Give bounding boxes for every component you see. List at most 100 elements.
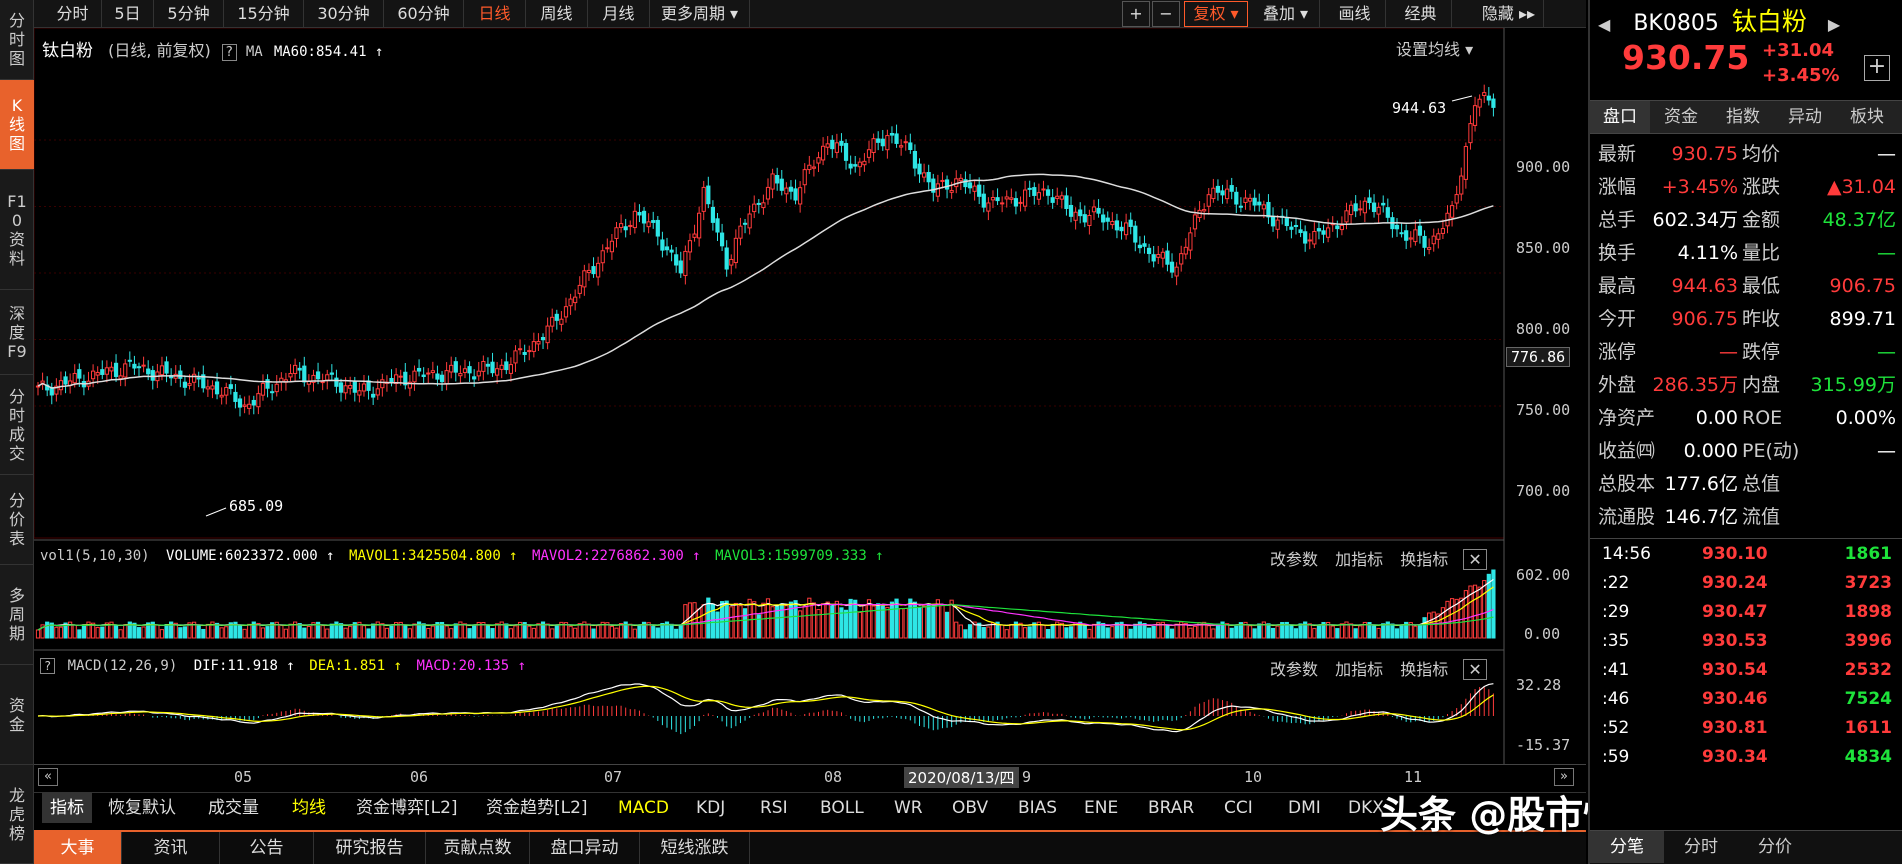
quote-tab[interactable]: 盘口 (1590, 101, 1650, 133)
candle-body (1463, 146, 1468, 180)
zoom-out-button[interactable]: − (1152, 1, 1180, 27)
stat-value: 930.75 (1671, 143, 1738, 165)
main-panel-frame (34, 28, 1505, 539)
candle-body (1417, 225, 1423, 236)
x-axis: « 05 06 07 2020/08/13/四 08 9 10 11 » (34, 764, 1586, 790)
add-watchlist-button[interactable]: + (1864, 55, 1890, 81)
indicator-tab[interactable]: 成交量 (208, 793, 259, 823)
bottom-tab[interactable]: 资讯 (122, 832, 220, 864)
indicator-tab[interactable]: DMI (1288, 793, 1321, 823)
set-ma-dropdown[interactable]: 设置均线 ▾ (1396, 36, 1473, 60)
indicator-tab[interactable]: CCI (1224, 793, 1253, 823)
quote-tab[interactable]: 异动 (1774, 101, 1836, 133)
quote-tab[interactable]: 板块 (1836, 101, 1898, 133)
switch-indicator-button[interactable]: 换指标 (1400, 550, 1448, 569)
period-tab-fenshi[interactable]: 分时 (44, 0, 102, 28)
indicator-tab[interactable]: DKX (1348, 793, 1384, 823)
kline-chart-area[interactable]: 944.63 685.09 钛白粉 (日线, 前复权) ? MA MA60:85… (34, 28, 1586, 764)
period-tab-15min[interactable]: 15分钟 (224, 0, 304, 28)
draw-line-button[interactable]: 画线 (1324, 0, 1386, 28)
change-params-button[interactable]: 改参数 (1270, 660, 1318, 679)
period-tab-5day[interactable]: 5日 (102, 0, 154, 28)
sidebar-item-fenshi[interactable]: 分时图 (0, 0, 34, 80)
sidebar-item-depth[interactable]: 深度F9 (0, 290, 34, 375)
volume-tick: 602.00 (1516, 566, 1571, 584)
prev-security-icon[interactable]: ◀ (1598, 15, 1610, 34)
candle-body (678, 260, 683, 274)
sidebar-item-dragon-tiger[interactable]: 龙虎榜 (0, 765, 34, 864)
indicator-tab[interactable]: ENE (1084, 793, 1118, 823)
volume-bar (1234, 625, 1239, 639)
period-tab-daily[interactable]: 日线 (464, 0, 526, 28)
indicator-tab[interactable]: 资金趋势[L2] (486, 793, 588, 823)
help-icon[interactable]: ? (40, 658, 56, 674)
bottom-tab[interactable]: 大事 (34, 832, 122, 864)
next-security-icon[interactable]: ▶ (1828, 15, 1840, 34)
indicator-tab[interactable]: 均线 (292, 793, 326, 823)
bottom-tab[interactable]: 短线涨跌 (640, 832, 750, 864)
sidebar-item-price-table[interactable]: 分价表 (0, 475, 34, 565)
help-icon[interactable]: ? (221, 44, 237, 61)
period-tab-30min[interactable]: 30分钟 (304, 0, 384, 28)
volume-bar (513, 625, 518, 639)
sidebar-item-f10[interactable]: F10资料 (0, 170, 34, 290)
indicator-tab[interactable]: 资金博弈[L2] (356, 793, 458, 823)
indicator-tab[interactable]: OBV (952, 793, 988, 823)
add-indicator-button[interactable]: 加指标 (1335, 660, 1383, 679)
quote-tab[interactable]: 资金 (1650, 101, 1712, 133)
period-toolbar: 分时 5日 5分钟 15分钟 30分钟 60分钟 日线 周线 月线 更多周期 ▾… (34, 0, 1586, 28)
volume-bar (1206, 625, 1211, 639)
sidebar-item-trades[interactable]: 分时成交 (0, 375, 34, 475)
volume-bar (798, 610, 803, 639)
zoom-in-button[interactable]: + (1122, 1, 1150, 27)
quote-tab[interactable]: 指数 (1712, 101, 1774, 133)
candle-body (274, 383, 279, 393)
panel-bottom-tab[interactable]: 分价 (1738, 831, 1812, 863)
overlay-dropdown[interactable]: 叠加 ▾ (1252, 0, 1320, 28)
period-tab-5min[interactable]: 5分钟 (154, 0, 224, 28)
bottom-tab[interactable]: 研究报告 (314, 832, 426, 864)
indicator-tab[interactable]: RSI (760, 793, 788, 823)
kline-chart-svg[interactable]: 944.63 685.09 (34, 28, 1586, 764)
sidebar-item-label: F10资料 (7, 191, 27, 268)
close-icon[interactable]: ✕ (1463, 549, 1487, 570)
indicator-tab[interactable]: 指标 (42, 793, 92, 823)
switch-indicator-button[interactable]: 换指标 (1400, 660, 1448, 679)
period-tab-weekly[interactable]: 周线 (526, 0, 588, 28)
indicator-tab[interactable]: MACD (618, 793, 669, 823)
indicator-tab[interactable]: BRAR (1148, 793, 1194, 823)
restore-rights-dropdown[interactable]: 复权 ▾ (1184, 1, 1248, 27)
candle-body (187, 383, 192, 386)
period-tab-monthly[interactable]: 月线 (588, 0, 650, 28)
classic-button[interactable]: 经典 (1390, 0, 1452, 28)
scroll-left-button[interactable]: « (38, 768, 58, 786)
sidebar-item-kline[interactable]: K线图 (0, 80, 34, 170)
indicator-tab[interactable]: BIAS (1018, 793, 1057, 823)
panel-bottom-tab[interactable]: 分笔 (1590, 831, 1664, 863)
sidebar-item-funds[interactable]: 资金 (0, 665, 34, 765)
indicator-tab[interactable]: BOLL (820, 793, 864, 823)
candle-body (719, 232, 725, 247)
panel-bottom-tab[interactable]: 分时 (1664, 831, 1738, 863)
volume-bar (724, 600, 729, 639)
hide-button[interactable]: 隐藏 ▸▸ (1474, 0, 1544, 28)
change-params-button[interactable]: 改参数 (1270, 550, 1318, 569)
bottom-tab[interactable]: 盘口异动 (530, 832, 640, 864)
volume-bar (1275, 625, 1280, 639)
candle-body (889, 132, 895, 136)
sidebar-item-multi-period[interactable]: 多周期 (0, 565, 34, 665)
bottom-tab[interactable]: 贡献点数 (426, 832, 530, 864)
candle-body (416, 367, 422, 372)
period-tab-60min[interactable]: 60分钟 (384, 0, 464, 28)
add-indicator-button[interactable]: 加指标 (1335, 550, 1383, 569)
candle-body (219, 394, 224, 398)
indicator-tab[interactable]: WR (894, 793, 923, 823)
bottom-tab[interactable]: 公告 (220, 832, 314, 864)
indicator-tab[interactable]: 恢复默认 (108, 793, 176, 823)
volume-bar (430, 625, 435, 639)
more-periods-dropdown[interactable]: 更多周期 ▾ (650, 0, 750, 28)
volume-value: VOLUME:6023372.000 ↑ (166, 548, 335, 564)
close-icon[interactable]: ✕ (1463, 659, 1487, 680)
indicator-tab[interactable]: KDJ (696, 793, 725, 823)
volume-bar (1270, 627, 1276, 639)
